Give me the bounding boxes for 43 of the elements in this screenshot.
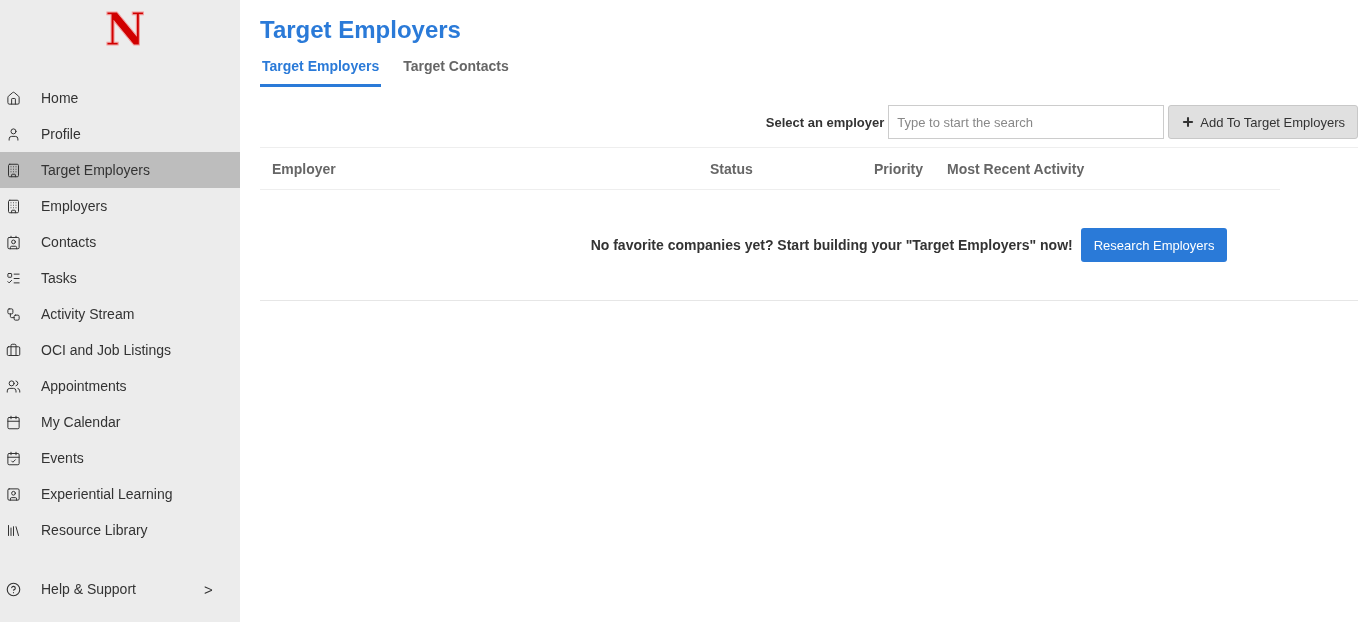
books-icon (6, 522, 21, 538)
column-header: Employer (271, 160, 337, 177)
sidebar-item[interactable]: Profile (0, 116, 240, 152)
person-icon (6, 126, 21, 142)
sidebar-item[interactable]: Home (0, 80, 240, 116)
column-header: Priority (873, 160, 924, 177)
checklist-icon (6, 270, 21, 286)
calendar-icon (6, 414, 21, 430)
building-icon (6, 198, 21, 214)
plus-icon (1181, 115, 1196, 129)
home-icon (6, 90, 21, 106)
people-icon (6, 378, 21, 394)
sidebar-item[interactable]: Employers (0, 188, 240, 224)
column-header: Status (709, 160, 754, 177)
contact-card-icon (6, 234, 21, 250)
search-field[interactable]: Type to start the search (888, 105, 1165, 139)
tab[interactable]: Target Contacts (401, 50, 511, 87)
network-icon (6, 306, 21, 322)
chevron-icon: > (203, 580, 213, 598)
logo: N (103, 3, 147, 57)
add-button[interactable]: Add To Target Employers (1168, 105, 1358, 139)
person-badge-icon (6, 486, 21, 502)
help-menu-item[interactable]: Help & Support > (0, 571, 240, 607)
empty-message: No favorite companies yet? Start building your "Target Employers" now! (590, 237, 1073, 253)
column-header: Most Recent Activity (946, 160, 1086, 177)
building-icon (6, 162, 21, 178)
sidebar-item[interactable]: Activity Stream (0, 296, 240, 332)
tab[interactable]: Target Employers (260, 50, 382, 87)
sidebar-item[interactable]: Events (0, 440, 240, 476)
research-button[interactable]: Research Employers (1080, 228, 1228, 262)
sidebar-item[interactable]: Appointments (0, 368, 240, 404)
search-label: Select an employer (765, 114, 885, 130)
sidebar-item[interactable]: Target Employers (0, 152, 240, 188)
sidebar-item[interactable]: Tasks (0, 260, 240, 296)
sidebar-item[interactable]: Experiential Learning (0, 476, 240, 512)
sidebar-item[interactable]: OCI and Job Listings (0, 332, 240, 368)
calendar-check-icon (6, 450, 21, 466)
briefcase-icon (6, 342, 21, 358)
page-title: Target Employers (260, 15, 462, 45)
sidebar-item[interactable]: Contacts (0, 224, 240, 260)
sidebar-item[interactable]: Resource Library (0, 512, 240, 548)
sidebar-item[interactable]: My Calendar (0, 404, 240, 440)
help-icon (6, 581, 21, 597)
